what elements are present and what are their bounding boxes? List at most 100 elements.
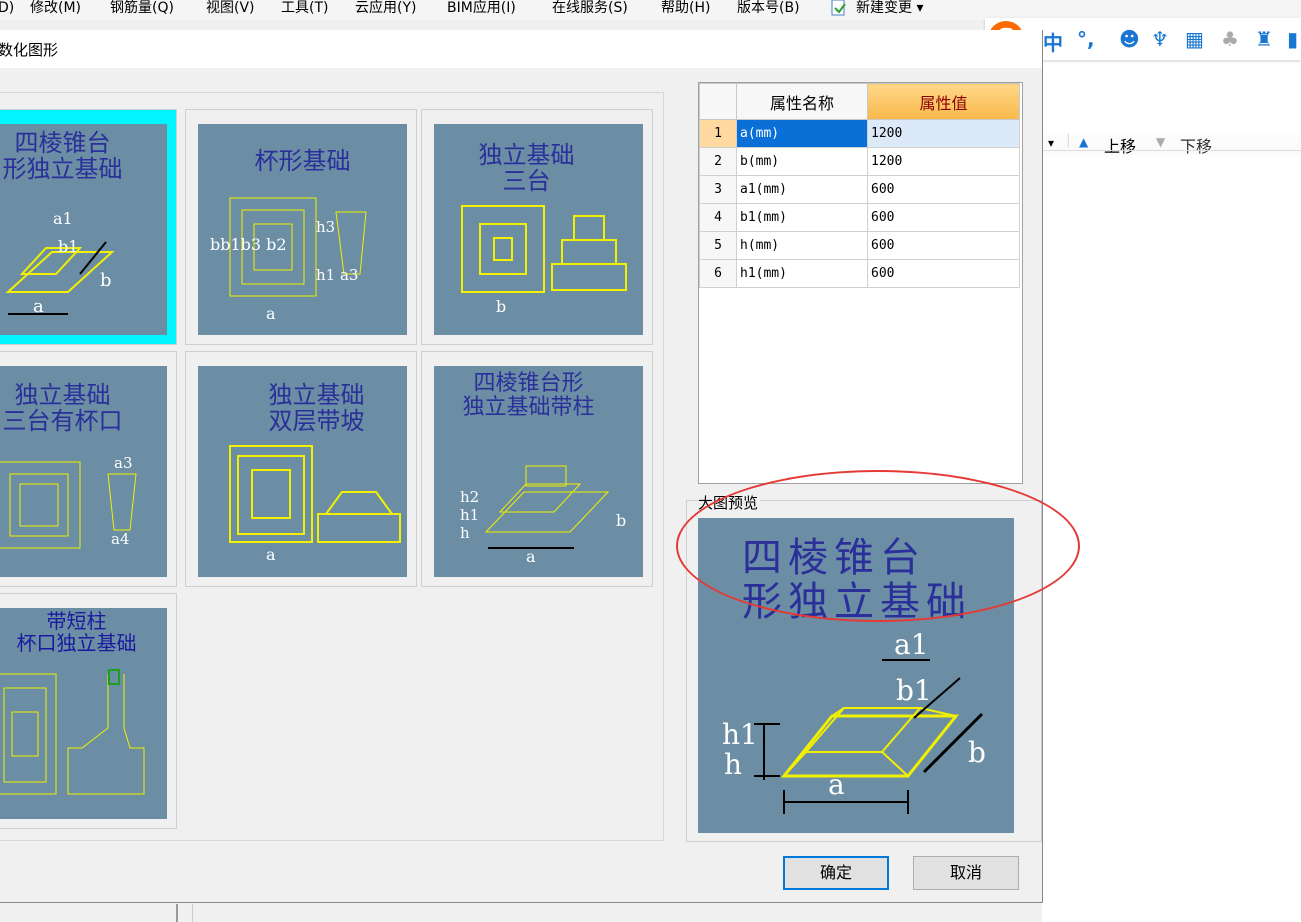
svg-text:h3: h3 bbox=[316, 218, 335, 236]
table-row[interactable]: 4 b1(mm) 600 bbox=[699, 203, 1020, 232]
scrollbar-stub bbox=[176, 904, 193, 922]
menu-item-view[interactable]: 视图(V) bbox=[206, 0, 255, 17]
table-row[interactable]: 6 h1(mm) 600 bbox=[699, 259, 1020, 288]
svg-text:h2: h2 bbox=[460, 488, 479, 506]
property-name: a1(mm) bbox=[736, 175, 868, 204]
ok-button[interactable]: 确定 bbox=[783, 856, 889, 890]
emoji-icon[interactable]: ☻ bbox=[1119, 27, 1140, 51]
svg-text:a: a bbox=[526, 547, 536, 566]
shape-thumbnail-7[interactable]: 带短柱 杯口独立基础 bbox=[0, 593, 177, 829]
shape-thumbnail-5[interactable]: 独立基础 双层带坡 a bbox=[185, 351, 417, 587]
shape-thumbnail-1[interactable]: 四棱锥台 形独立基础 a b a1 b1 bbox=[0, 109, 177, 345]
svg-text:h1: h1 bbox=[460, 506, 479, 524]
ime-punct-icon[interactable]: °, bbox=[1077, 27, 1095, 51]
table-corner bbox=[699, 83, 737, 120]
property-value[interactable]: 1200 bbox=[867, 119, 1020, 148]
column-header-value: 属性值 bbox=[867, 83, 1020, 120]
menu-bar: D) 修改(M) 钢筋量(Q) 视图(V) 工具(T) 云应用(Y) BIM应用… bbox=[0, 0, 1301, 20]
property-name: h(mm) bbox=[736, 231, 868, 260]
shape-gallery: 四棱锥台 形独立基础 a b a1 b1 杯形基础 bb1b3 b2 h3 h1… bbox=[0, 92, 664, 841]
svg-text:b1: b1 bbox=[58, 237, 78, 256]
table-row[interactable]: 5 h(mm) 600 bbox=[699, 231, 1020, 260]
svg-text:b: b bbox=[496, 297, 506, 316]
new-change-icon bbox=[830, 0, 848, 22]
dim-label-a1: a1 bbox=[894, 628, 929, 661]
shape-image-2: 杯形基础 bb1b3 b2 h3 h1 a3 a bbox=[198, 124, 407, 335]
dropdown-arrow-icon[interactable]: ▾ bbox=[1048, 136, 1054, 150]
row-index: 3 bbox=[699, 175, 737, 204]
shape-thumbnail-4[interactable]: 独立基础 三台有杯口 a3 a4 bbox=[0, 351, 177, 587]
menu-item-modify[interactable]: 修改(M) bbox=[30, 0, 81, 17]
three-step-footing-drawing: b bbox=[461, 205, 627, 316]
svg-text:bb1b3 b2: bb1b3 b2 bbox=[210, 235, 287, 254]
divider bbox=[1042, 150, 1301, 151]
menu-item-version[interactable]: 版本号(B) bbox=[737, 0, 800, 17]
dialog-titlebar: 数化图形 bbox=[0, 30, 1042, 68]
svg-text:a: a bbox=[266, 545, 276, 564]
svg-text:a: a bbox=[266, 304, 276, 323]
menu-item-bim[interactable]: BIM应用(I) bbox=[447, 0, 516, 17]
shape-thumbnail-3[interactable]: 独立基础 三台 b bbox=[421, 109, 653, 345]
row-index: 4 bbox=[699, 203, 737, 232]
menu-item-online[interactable]: 在线服务(S) bbox=[552, 0, 628, 17]
row-index: 1 bbox=[699, 119, 737, 148]
menu-item-help[interactable]: 帮助(H) bbox=[661, 0, 710, 17]
shape-image-7: 带短柱 杯口独立基础 bbox=[0, 608, 167, 819]
menu-item-cloud[interactable]: 云应用(Y) bbox=[355, 0, 416, 17]
three-step-cup-drawing: a3 a4 bbox=[0, 454, 137, 549]
two-layer-slope-drawing: a bbox=[229, 445, 401, 564]
shape-thumbnail-6[interactable]: 四棱锥台形 独立基础带柱 a b h2 h1 h bbox=[421, 351, 653, 587]
property-name: h1(mm) bbox=[736, 259, 868, 288]
shape-image-3: 独立基础 三台 b bbox=[434, 124, 643, 335]
property-name: b1(mm) bbox=[736, 203, 868, 232]
menu-item-rebar[interactable]: 钢筋量(Q) bbox=[110, 0, 174, 17]
parametric-shape-dialog: 数化图形 四棱锥台 形独立基础 a b a1 b1 杯形基础 bb1b3 b2 … bbox=[0, 30, 1043, 903]
dim-label-h: h bbox=[724, 748, 742, 781]
table-row[interactable]: 3 a1(mm) 600 bbox=[699, 175, 1020, 204]
property-value[interactable]: 600 bbox=[867, 231, 1020, 260]
shape-image-4: 独立基础 三台有杯口 a3 a4 bbox=[0, 366, 167, 577]
menu-item-tools[interactable]: 工具(T) bbox=[281, 0, 328, 17]
dim-label-b: b bbox=[968, 736, 986, 769]
keyboard-icon[interactable]: ▦ bbox=[1185, 27, 1204, 51]
ime-language-toggle[interactable]: 中 bbox=[1043, 27, 1063, 56]
property-name: b(mm) bbox=[736, 147, 868, 176]
move-down-button[interactable]: 下移 bbox=[1180, 133, 1212, 157]
background-toolbar: ▾ | ▲ 上移 ▼ 下移 bbox=[1042, 132, 1301, 157]
svg-text:b: b bbox=[616, 511, 626, 530]
menu-item-new-change[interactable]: 新建变更 ▾ bbox=[856, 0, 923, 17]
svg-text:a1: a1 bbox=[53, 209, 73, 228]
svg-text:h1 a3: h1 a3 bbox=[316, 266, 358, 284]
cup-footing-drawing: bb1b3 b2 h3 h1 a3 a bbox=[210, 197, 367, 323]
more-icon[interactable]: ▮ bbox=[1287, 27, 1298, 51]
property-value[interactable]: 1200 bbox=[867, 147, 1020, 176]
microphone-icon[interactable]: ♆ bbox=[1151, 27, 1169, 51]
table-row[interactable]: 2 b(mm) 1200 bbox=[699, 147, 1020, 176]
svg-text:b: b bbox=[100, 270, 112, 291]
move-up-button[interactable]: 上移 bbox=[1104, 133, 1136, 157]
property-value[interactable]: 600 bbox=[867, 203, 1020, 232]
background-panel: ▾ | ▲ 上移 ▼ 下移 bbox=[1042, 60, 1301, 922]
property-value[interactable]: 600 bbox=[867, 259, 1020, 288]
skin-icon[interactable]: ♜ bbox=[1255, 27, 1273, 51]
property-value[interactable]: 600 bbox=[867, 175, 1020, 204]
shape-thumbnail-2[interactable]: 杯形基础 bb1b3 b2 h3 h1 a3 a bbox=[185, 109, 417, 345]
pyramid-with-column-drawing: a b h2 h1 h bbox=[460, 465, 626, 566]
column-header-name: 属性名称 bbox=[736, 83, 868, 120]
highlight-oval bbox=[676, 470, 1080, 622]
shape-image-6: 四棱锥台形 独立基础带柱 a b h2 h1 h bbox=[434, 366, 643, 577]
menu-item-d[interactable]: D) bbox=[0, 0, 14, 17]
svg-text:a4: a4 bbox=[111, 530, 130, 548]
short-column-cup-drawing bbox=[0, 669, 145, 795]
dialog-title: 数化图形 bbox=[0, 41, 59, 59]
table-row[interactable]: 1 a(mm) 1200 bbox=[699, 119, 1020, 148]
row-index: 2 bbox=[699, 147, 737, 176]
dim-label-b1: b1 bbox=[896, 674, 932, 707]
arrow-down-icon: ▼ bbox=[1156, 135, 1166, 149]
shape-image-5: 独立基础 双层带坡 a bbox=[198, 366, 407, 577]
property-table: 属性名称 属性值 1 a(mm) 1200 2 b(mm) 1200 3 a1(… bbox=[698, 82, 1023, 484]
svg-text:a: a bbox=[33, 296, 44, 317]
user-icon[interactable]: ♣ bbox=[1221, 27, 1239, 51]
cancel-button[interactable]: 取消 bbox=[913, 856, 1019, 890]
dim-label-a: a bbox=[828, 768, 845, 801]
